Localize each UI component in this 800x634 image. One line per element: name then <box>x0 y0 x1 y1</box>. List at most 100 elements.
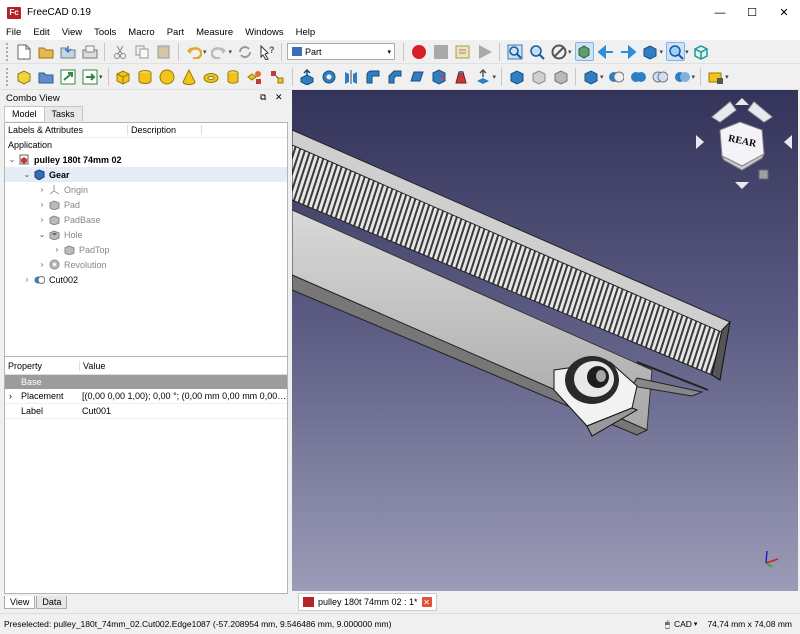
defeaturing-icon[interactable] <box>551 67 570 86</box>
whats-this-icon[interactable]: ? <box>257 42 276 61</box>
maximize-button[interactable]: ☐ <box>736 0 768 25</box>
tab-model[interactable]: Model <box>4 106 45 121</box>
expand-arrow-icon[interactable]: ⌄ <box>37 230 47 239</box>
collapsed-arrow-icon[interactable]: › <box>22 275 32 284</box>
copy-icon[interactable] <box>132 42 151 61</box>
fit-all-icon[interactable] <box>505 42 524 61</box>
cut-boolean-icon[interactable] <box>607 67 626 86</box>
measure-zoom-dropdown-icon[interactable]: ▾ <box>685 48 689 56</box>
macro-edit-icon[interactable] <box>453 42 472 61</box>
sweep-dropdown-icon[interactable]: ▾ <box>493 73 497 81</box>
box-primitive-icon[interactable] <box>114 67 133 86</box>
link-icon[interactable] <box>58 67 77 86</box>
collapsed-arrow-icon[interactable]: › <box>9 391 12 401</box>
loft-icon[interactable] <box>452 67 471 86</box>
torus-primitive-icon[interactable] <box>202 67 221 86</box>
draw-style-dropdown-icon[interactable]: ▾ <box>568 48 572 56</box>
chamfer-icon[interactable] <box>386 67 405 86</box>
view-forward-icon[interactable] <box>619 42 638 61</box>
menu-macro[interactable]: Macro <box>128 27 154 38</box>
undo-dropdown-icon[interactable]: ▾ <box>203 48 207 56</box>
tab-view[interactable]: View <box>4 596 36 609</box>
nav-down-arrow-icon[interactable] <box>735 182 749 189</box>
minimize-button[interactable]: — <box>704 0 736 25</box>
tree-item-padbase[interactable]: › PadBase <box>5 212 287 227</box>
part-icon[interactable] <box>14 67 33 86</box>
menu-part[interactable]: Part <box>167 27 184 38</box>
join-features-icon[interactable] <box>673 67 692 86</box>
measure-linear-icon[interactable] <box>706 67 725 86</box>
undo-icon[interactable] <box>184 42 203 61</box>
tree-item-cut002[interactable]: › Cut002 <box>5 272 287 287</box>
link-dropdown-icon[interactable]: ▾ <box>99 73 103 81</box>
tree-item-gear[interactable]: ⌄ Gear <box>5 167 287 182</box>
measure-dropdown-icon[interactable]: ▾ <box>725 73 729 81</box>
std-views-dropdown-icon[interactable]: ▾ <box>660 48 664 56</box>
std-views-icon[interactable] <box>641 42 660 61</box>
shape-builder-icon[interactable] <box>268 67 287 86</box>
save-button[interactable] <box>58 42 77 61</box>
sweep-icon[interactable] <box>474 67 493 86</box>
bounding-box-icon[interactable] <box>574 42 594 61</box>
refresh-icon[interactable] <box>235 42 254 61</box>
macro-record-icon[interactable] <box>409 42 428 61</box>
tree-item-hole[interactable]: ⌄ Hole <box>5 227 287 242</box>
ruled-surface-icon[interactable] <box>430 67 449 86</box>
extrude-icon[interactable] <box>298 67 317 86</box>
fit-selection-icon[interactable] <box>527 42 546 61</box>
menu-file[interactable]: File <box>6 27 21 38</box>
property-group-base[interactable]: Base <box>5 375 287 389</box>
property-value[interactable]: [(0,00 0,00 1,00); 0,00 °; (0,00 mm 0,00… <box>80 391 287 401</box>
nav-right-arrow-icon[interactable] <box>784 135 792 149</box>
menu-view[interactable]: View <box>62 27 82 38</box>
menu-measure[interactable]: Measure <box>196 27 233 38</box>
sphere-primitive-icon[interactable] <box>158 67 177 86</box>
rotate-left-arrow-icon[interactable] <box>711 101 737 123</box>
cylinder-primitive-icon[interactable] <box>136 67 155 86</box>
menu-windows[interactable]: Windows <box>245 27 284 38</box>
tree-item-document[interactable]: ⌄ pulley 180t 74mm 02 <box>5 152 287 167</box>
navigation-style-selector[interactable]: 🖱 CAD ▾ <box>665 619 698 630</box>
common-icon[interactable] <box>651 67 670 86</box>
tab-tasks[interactable]: Tasks <box>43 106 83 121</box>
column-labels-attributes[interactable]: Labels & Attributes <box>5 125 128 135</box>
panel-close-icon[interactable]: ✕ <box>275 92 283 103</box>
menu-edit[interactable]: Edit <box>33 27 49 38</box>
revolve-icon[interactable] <box>320 67 339 86</box>
compound-icon[interactable] <box>507 67 526 86</box>
collapsed-arrow-icon[interactable]: › <box>37 200 47 209</box>
3d-viewport[interactable]: REAR <box>292 90 798 591</box>
menu-help[interactable]: Help <box>296 27 316 38</box>
collapsed-arrow-icon[interactable]: › <box>52 245 62 254</box>
column-description[interactable]: Description <box>128 125 202 135</box>
draw-style-icon[interactable] <box>549 42 568 61</box>
mirror-icon[interactable] <box>342 67 361 86</box>
tree-item-revolution[interactable]: › Revolution <box>5 257 287 272</box>
expand-arrow-icon[interactable]: ⌄ <box>7 155 17 164</box>
undock-icon[interactable]: ⧉ <box>260 92 266 103</box>
expand-arrow-icon[interactable]: ⌄ <box>22 170 32 179</box>
measure-zoom-icon[interactable] <box>666 42 686 61</box>
primitives-icon[interactable] <box>246 67 265 86</box>
collapsed-arrow-icon[interactable]: › <box>37 215 47 224</box>
save-as-button[interactable] <box>80 42 99 61</box>
navigation-cube[interactable]: REAR <box>692 92 792 192</box>
folder-icon[interactable] <box>36 67 55 86</box>
collapsed-arrow-icon[interactable]: › <box>37 185 47 194</box>
check-geometry-icon[interactable] <box>529 67 548 86</box>
property-value[interactable]: Cut001 <box>80 406 287 416</box>
redo-dropdown-icon[interactable]: ▾ <box>229 48 233 56</box>
join-dropdown-icon[interactable]: ▾ <box>692 73 696 81</box>
column-property[interactable]: Property <box>5 360 80 371</box>
view-back-icon[interactable] <box>597 42 616 61</box>
link-actions-icon[interactable] <box>80 67 99 86</box>
cone-primitive-icon[interactable] <box>180 67 199 86</box>
close-tab-icon[interactable]: ✕ <box>421 597 432 607</box>
nav-left-arrow-icon[interactable] <box>696 135 704 149</box>
fillet-icon[interactable] <box>364 67 383 86</box>
property-row-placement[interactable]: › Placement [(0,00 0,00 1,00); 0,00 °; (0… <box>5 389 287 404</box>
paste-icon[interactable] <box>154 42 173 61</box>
view-menu-icon[interactable] <box>758 169 769 180</box>
close-window-button[interactable]: ✕ <box>768 0 800 25</box>
redo-icon[interactable] <box>210 42 229 61</box>
